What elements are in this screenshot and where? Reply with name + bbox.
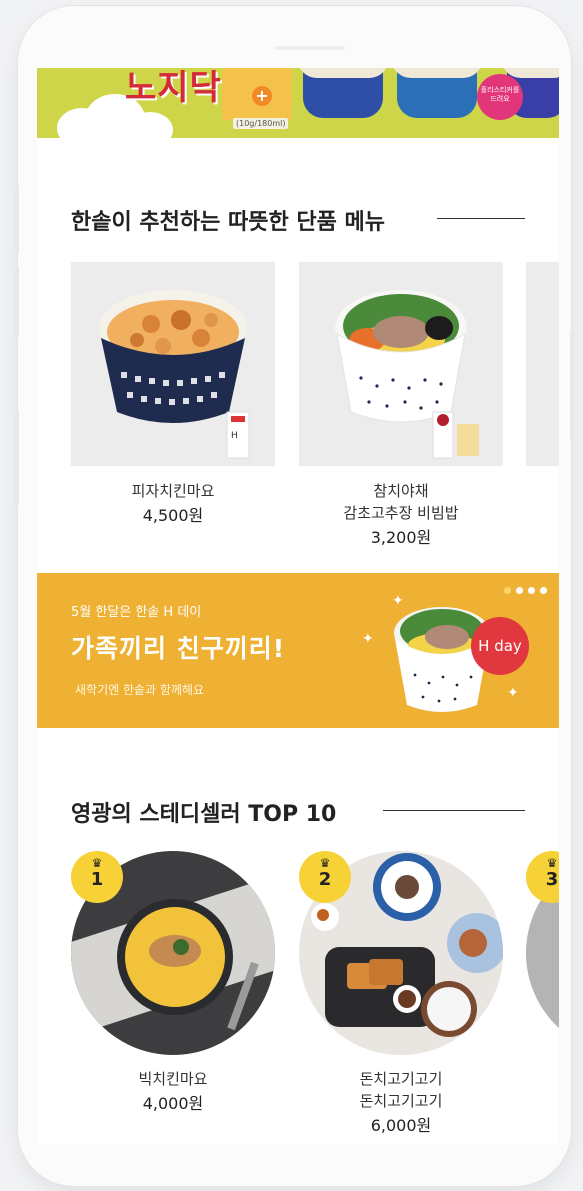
crown-icon: ♛ — [319, 856, 331, 870]
carousel-dot-active[interactable] — [504, 587, 511, 594]
hday-subtitle: 5월 한달은 한솥 H 데이 — [71, 605, 202, 620]
app-screen: 노지닥 + (10g/180ml) 홀리스티커를 드려요 한솥이 추천하는 따뜻… — [37, 68, 559, 1144]
product-price: 4,000원 — [142, 1094, 204, 1113]
bibimbap-bowl-image — [335, 290, 479, 459]
sticker-badge: 홀리스티커를 드려요 — [477, 74, 523, 120]
section-divider — [437, 218, 525, 219]
product-price: 3,200원 — [370, 528, 432, 547]
carousel-dot[interactable] — [528, 587, 535, 594]
speaker-grille — [275, 46, 345, 50]
crown-icon: ♛ — [546, 856, 558, 870]
hday-description: 새학기엔 한솥과 함께해요 — [75, 683, 205, 697]
section-divider — [383, 810, 525, 811]
product-card-2-image[interactable] — [299, 262, 503, 466]
section-title-recommend: 한솥이 추천하는 따뜻한 단품 메뉴 — [71, 210, 385, 235]
power-button — [570, 331, 574, 441]
product-card-3-image[interactable] — [526, 262, 559, 466]
carousel-indicator — [504, 587, 547, 594]
sparkle-icon: ✦ — [362, 631, 374, 647]
product-name-line2[interactable]: 감초고추장 비빔밥 — [299, 502, 503, 523]
cup-noodle-image — [391, 68, 483, 118]
volume-up-button — [15, 184, 19, 254]
cloud-decoration — [127, 112, 173, 138]
volume-down-button — [15, 268, 19, 338]
hday-headline: 가족끼리 친구끼리! — [71, 634, 286, 663]
juice-caption: (10g/180ml) — [233, 118, 289, 129]
rank-badge-3: ♛ 3 — [526, 851, 559, 903]
product-name[interactable]: 피자치킨마요 — [71, 480, 275, 501]
cup-noodle-image — [297, 68, 389, 118]
svg-text:H: H — [231, 431, 238, 441]
product-price: 6,000원 — [370, 1116, 432, 1135]
plus-icon: + — [252, 86, 272, 106]
promo-banner-top[interactable]: 노지닥 + (10g/180ml) 홀리스티커를 드려요 — [37, 68, 559, 138]
mute-switch — [15, 410, 19, 505]
rank-number: 3 — [545, 869, 559, 890]
carousel-dot[interactable] — [516, 587, 523, 594]
section-title-top10: 영광의 스테디셀러 TOP 10 — [71, 802, 337, 827]
sparkle-icon: ✦ — [507, 685, 519, 701]
rank-badge-1: ♛ 1 — [71, 851, 123, 903]
rank-number: 2 — [318, 869, 332, 890]
product-name[interactable]: 돈치고기고기 — [299, 1068, 503, 1089]
hday-promo-banner[interactable]: 5월 한달은 한솥 H 데이 가족끼리 친구끼리! 새학기엔 한솥과 함께해요 … — [37, 573, 559, 728]
rank-number: 1 — [90, 869, 104, 890]
hday-badge: H day — [471, 617, 529, 675]
rank-badge-2: ♛ 2 — [299, 851, 351, 903]
rice-bowl-image: H — [99, 290, 250, 459]
product-name-line2[interactable]: 돈치고기고기 — [299, 1090, 503, 1111]
product-card-1-image[interactable]: H — [71, 262, 275, 466]
carousel-dot[interactable] — [540, 587, 547, 594]
product-name[interactable]: 빅치킨마요 — [71, 1068, 275, 1089]
crown-icon: ♛ — [91, 856, 103, 870]
product-price: 4,500원 — [142, 506, 204, 525]
product-name[interactable]: 참치야채 — [299, 480, 503, 501]
banner-brand-text: 노지닥 — [125, 68, 222, 108]
